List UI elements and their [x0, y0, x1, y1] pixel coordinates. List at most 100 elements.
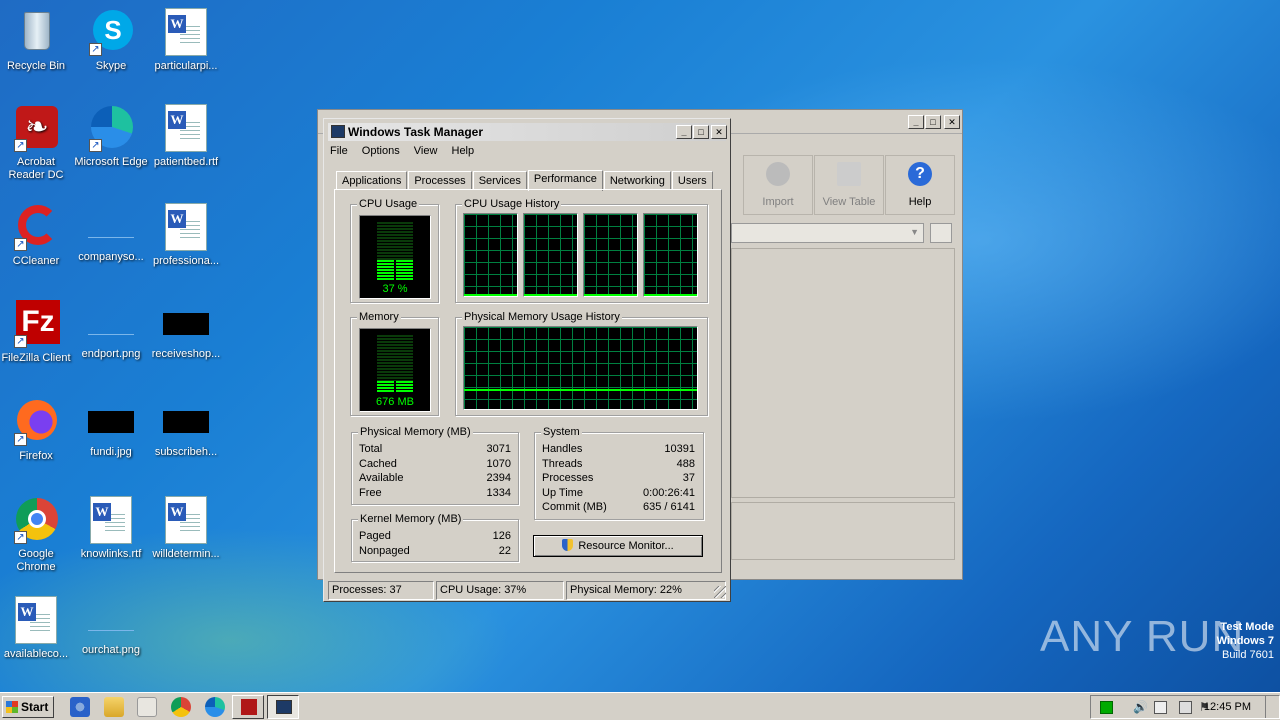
desktop-icon-firefox[interactable]: ↗ Firefox — [0, 398, 74, 463]
stat-row-threads: Threads 488 — [542, 457, 695, 470]
memory-group: Memory 676 MB — [350, 311, 439, 416]
desktop-icon-label: Recycle Bin — [6, 60, 66, 72]
task-manager-icon — [276, 700, 292, 714]
bg-dropdown[interactable]: ▼ — [731, 223, 924, 243]
desktop-icon-chrome[interactable]: ↗ Google Chrome — [0, 496, 74, 574]
tab-services[interactable]: Services — [472, 171, 527, 190]
edge-taskbar-icon[interactable] — [205, 697, 225, 717]
memory-caption: Memory — [357, 311, 401, 324]
cpu-history-core-graph — [523, 213, 578, 297]
taskbar: Start 🔊 ⚑ 12:45 PM — [0, 692, 1280, 720]
test-mode-watermark: Test Mode Windows 7 Build 7601 — [1034, 620, 1274, 662]
file-explorer-icon[interactable] — [104, 697, 124, 717]
desktop-icon-label: Acrobat Reader DC — [8, 156, 64, 181]
word-document-icon: W — [162, 104, 210, 152]
word-document-icon: W — [162, 496, 210, 544]
bg-minimize-button[interactable]: _ — [908, 115, 924, 129]
chrome-taskbar-icon[interactable] — [171, 697, 191, 717]
tab-networking[interactable]: Networking — [603, 171, 671, 190]
desktop-icon-willdetermin[interactable]: W willdetermin... — [148, 496, 224, 561]
recycle-bin-icon — [12, 8, 60, 56]
network-status-icon[interactable] — [1100, 701, 1113, 714]
system-caption: System — [541, 426, 582, 439]
view-table-button[interactable]: View Table — [814, 155, 884, 215]
desktop-icon-edge[interactable]: ↗ Microsoft Edge — [73, 104, 149, 169]
minimize-button[interactable]: _ — [676, 125, 692, 139]
status-bar: Processes: 37 CPU Usage: 37% Physical Me… — [326, 581, 728, 600]
taskbar-clock[interactable]: 12:45 PM — [1204, 701, 1251, 713]
skype-icon: S ↗ — [87, 8, 135, 56]
desktop-icon-label: receiveshop... — [151, 348, 221, 360]
desktop-icon-label: subscribeh... — [154, 446, 218, 458]
menu-help[interactable]: Help — [452, 145, 475, 157]
cpu-history-core-graph — [463, 213, 518, 297]
desktop-icon-particularpi[interactable]: W particularpi... — [148, 8, 224, 73]
desktop-icon-knowlinks[interactable]: W knowlinks.rtf — [73, 496, 149, 561]
desktop-icon-label: particularpi... — [154, 60, 218, 72]
desktop-icon-receiveshop[interactable]: receiveshop... — [148, 300, 224, 361]
resize-grip-icon[interactable] — [714, 586, 726, 598]
bg-search-button[interactable] — [930, 223, 952, 243]
kernel-memory-group: Kernel Memory (MB) Paged 126 Nonpaged 22 — [351, 513, 519, 562]
help-button[interactable]: ? Help — [885, 155, 955, 215]
image-file-icon — [88, 609, 134, 631]
tab-processes[interactable]: Processes — [408, 171, 472, 190]
kernel-memory-stats: Paged 126 Nonpaged 22 — [359, 530, 511, 559]
start-button[interactable]: Start — [2, 696, 54, 718]
status-physical-memory: Physical Memory: 22% — [566, 581, 726, 600]
stat-row-uptime: Up Time 0:00:26:41 — [542, 486, 695, 499]
desktop-icon-filezilla[interactable]: Fz ↗ FileZilla Client — [0, 300, 74, 365]
internet-explorer-icon[interactable] — [70, 697, 90, 717]
image-file-icon — [163, 313, 209, 335]
resource-monitor-button[interactable]: Resource Monitor... — [533, 535, 703, 557]
system-group: System Handles 10391 Threads 488 Processes… — [534, 426, 704, 520]
tab-performance[interactable]: Performance — [527, 170, 603, 191]
desktop-icon-ourchat[interactable]: ourchat.png — [73, 596, 149, 657]
windows-logo-icon — [6, 701, 18, 713]
taskbar-task-manager-button[interactable] — [267, 695, 299, 719]
chevron-down-icon: ▼ — [910, 227, 919, 237]
menu-options[interactable]: Options — [362, 145, 400, 157]
desktop-icon-fundi[interactable]: fundi.jpg — [73, 398, 149, 459]
bg-maximize-button[interactable]: □ — [925, 115, 941, 129]
tab-applications[interactable]: Applications — [336, 171, 408, 190]
desktop-icon-companyso[interactable]: companyso... — [73, 203, 149, 264]
task-manager-titlebar[interactable]: Windows Task Manager — [328, 123, 726, 141]
network-icon[interactable] — [1154, 701, 1167, 714]
menu-file[interactable]: File — [330, 145, 348, 157]
desktop-icon-skype[interactable]: S ↗ Skype — [73, 8, 149, 73]
volume-icon[interactable]: 🔊 — [1133, 701, 1148, 714]
table-icon — [837, 162, 861, 186]
image-file-icon — [88, 411, 134, 433]
desktop-icon-ccleaner[interactable]: ↗ CCleaner — [0, 203, 74, 268]
ccleaner-icon: ↗ — [12, 203, 60, 251]
desktop-icon-availableco[interactable]: W availableco... — [0, 596, 74, 661]
menu-view[interactable]: View — [414, 145, 438, 157]
memory-history-group: Physical Memory Usage History — [455, 311, 708, 416]
desktop-icon-recycle-bin[interactable]: Recycle Bin — [0, 8, 74, 73]
taskbar-background-app-button[interactable] — [232, 695, 264, 719]
import-button[interactable]: Import — [743, 155, 813, 215]
desktop-icon-professiona[interactable]: W professiona... — [148, 203, 224, 268]
bg-close-button[interactable]: ✕ — [944, 115, 960, 129]
desktop-icon-label: Firefox — [19, 450, 53, 462]
close-button[interactable]: ✕ — [711, 125, 727, 139]
desktop-icon-subscribeh[interactable]: subscribeh... — [148, 398, 224, 459]
desktop-icon-acrobat[interactable]: ❧ ↗ Acrobat Reader DC — [0, 104, 74, 182]
cpu-history-group: CPU Usage History — [455, 198, 708, 303]
show-desktop-button[interactable] — [1265, 696, 1279, 718]
desktop-icon-label: Skype — [95, 60, 127, 72]
memory-history-graph — [463, 326, 698, 410]
physical-memory-group: Physical Memory (MB) Total 3071 Cached 107… — [351, 426, 519, 505]
desktop-icon-label: FileZilla Client — [1, 352, 71, 364]
task-manager-window[interactable]: Windows Task Manager _ □ ✕ File Options … — [323, 118, 731, 602]
desktop-icon-endport[interactable]: endport.png — [73, 300, 149, 361]
help-icon: ? — [908, 162, 932, 186]
maximize-button[interactable]: □ — [693, 125, 709, 139]
physical-memory-caption: Physical Memory (MB) — [358, 426, 473, 439]
desktop-icon-patientbed[interactable]: W patientbed.rtf — [148, 104, 224, 169]
media-player-icon[interactable] — [137, 697, 157, 717]
tab-users[interactable]: Users — [671, 171, 713, 190]
display-icon[interactable] — [1179, 701, 1192, 714]
download-icon — [766, 162, 790, 186]
